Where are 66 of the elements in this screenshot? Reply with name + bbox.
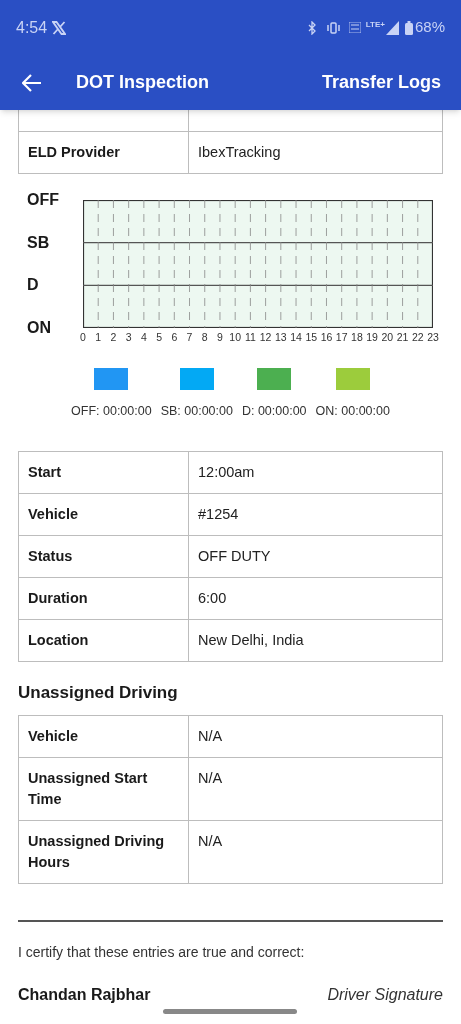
x-logo-icon — [52, 20, 67, 35]
status-time: 4:54 — [16, 17, 48, 38]
graph-x-label: 0 — [80, 331, 86, 343]
table-cell-text: N/A — [198, 727, 223, 747]
table-cell-text: 12:00am — [198, 462, 255, 482]
table-cell-text: Start — [28, 462, 62, 482]
volte-icon — [348, 22, 361, 33]
vibrate-icon — [326, 21, 340, 34]
graph-y-label: SB — [27, 232, 50, 253]
table-cell-text: 6:00 — [198, 588, 227, 608]
graph-x-label: 5 — [156, 331, 162, 343]
graph-x-label: 6 — [171, 331, 178, 343]
table-cell-text: N/A — [198, 769, 223, 789]
graph-x-label: 8 — [201, 331, 208, 343]
graph-x-label: 10 — [229, 331, 241, 343]
legend-label: OFF: 00:00:00 — [71, 403, 152, 420]
legend-label: SB: 00:00:00 — [160, 403, 233, 420]
transfer-logs-button[interactable]: Transfer Logs — [321, 69, 441, 96]
graph-x-label: 12 — [259, 331, 272, 343]
graph-x-label: 7 — [186, 331, 193, 343]
table-cell-text: #1254 — [198, 504, 239, 524]
graph-x-label: 15 — [305, 331, 318, 343]
certification-statement: I certify that these entries are true and correct: — [18, 943, 306, 963]
legend-label: D: 00:00:00 — [241, 403, 307, 420]
graph-x-label: 13 — [274, 331, 287, 343]
graph-x-label: 18 — [351, 331, 363, 343]
table-cell-text: Status — [28, 546, 73, 566]
table-cell-text: Vehicle — [28, 504, 78, 524]
table-cell-text: New Delhi, India — [198, 630, 304, 650]
table-cell-text: ELD Provider — [28, 143, 120, 162]
graph-y-label: OFF — [27, 190, 59, 210]
graph-x-label: 21 — [396, 331, 409, 343]
graph-x-label: 23 — [427, 331, 439, 343]
graph-y-label: D — [27, 275, 39, 296]
graph-x-label: 14 — [290, 331, 302, 343]
back-arrow-icon — [22, 73, 42, 92]
graph-x-label: 16 — [320, 331, 333, 343]
table-cell-text: Location — [28, 630, 89, 650]
legend-label: ON: 00:00:00 — [315, 403, 390, 420]
graph-x-label: 3 — [125, 331, 132, 343]
section-title: Unassigned Driving — [18, 681, 179, 704]
driver-name: Chandan Rajbhar — [18, 985, 151, 1006]
table-cell-text: Duration — [28, 588, 88, 608]
table-cell-text: Vehicle — [28, 727, 78, 747]
table-cell-text: N/A — [198, 832, 223, 852]
graph-x-label: 22 — [411, 331, 424, 343]
signal-icon — [385, 20, 399, 35]
graph-x-label: 19 — [366, 331, 378, 343]
graph-x-label: 1 — [95, 331, 102, 343]
battery-percent: 68% — [414, 17, 445, 38]
table-cell-text: OFF DUTY — [198, 546, 271, 566]
graph-x-label: 2 — [110, 331, 117, 343]
graph-x-label: 17 — [335, 331, 348, 343]
graph-x-label: 9 — [217, 331, 223, 343]
graph-y-label: ON — [27, 318, 51, 338]
table-cell-text: Unassigned Driving Hours — [28, 832, 166, 873]
graph-x-label: 11 — [244, 331, 256, 343]
page-title: DOT Inspection — [76, 71, 209, 94]
network-label: LTE+ — [365, 19, 385, 31]
table-cell-text: IbexTracking — [198, 143, 281, 162]
signature-label: Driver Signature — [327, 985, 443, 1006]
graph-x-label: 4 — [140, 331, 147, 343]
battery-icon — [404, 20, 413, 35]
graph-x-label: 20 — [381, 331, 394, 343]
table-cell-text: Unassigned Start Time — [28, 769, 149, 810]
bluetooth-icon — [306, 20, 317, 35]
